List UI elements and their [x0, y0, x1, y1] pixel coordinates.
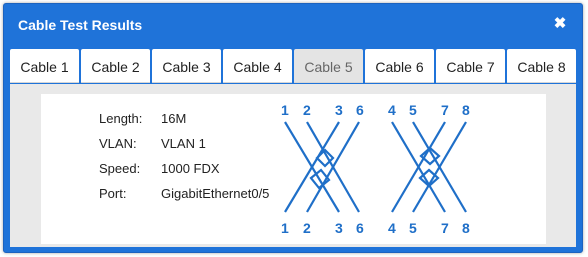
pin-bottom-2: 2 — [303, 220, 311, 236]
tab-cable-4[interactable]: Cable 4 — [223, 49, 292, 83]
pin-top-5: 5 — [409, 102, 417, 118]
pin-top-8: 8 — [462, 102, 470, 118]
cable-test-dialog: Cable Test Results ✖ Cable 1 Cable 2 Cab… — [3, 3, 583, 253]
pin-top-1: 1 — [281, 102, 289, 118]
pin-bottom-1: 1 — [281, 220, 289, 236]
pin-top-7: 7 — [441, 102, 449, 118]
wire-group-2 — [391, 121, 467, 213]
pin-bottom-3: 3 — [335, 220, 343, 236]
tab-cable-7[interactable]: Cable 7 — [436, 49, 505, 83]
pin-bottom-8: 8 — [462, 220, 470, 236]
pin-bottom-5: 5 — [409, 220, 417, 236]
tab-cable-2[interactable]: Cable 2 — [81, 49, 150, 83]
tab-cable-6[interactable]: Cable 6 — [365, 49, 434, 83]
tab-cable-1[interactable]: Cable 1 — [10, 49, 79, 83]
tab-cable-8[interactable]: Cable 8 — [507, 49, 576, 83]
pin-top-6: 6 — [356, 102, 364, 118]
pin-top-2: 2 — [303, 102, 311, 118]
pin-bottom-4: 4 — [388, 220, 396, 236]
pin-top-4: 4 — [388, 102, 396, 118]
pinout-diagram: 1 2 3 6 4 5 7 8 1 2 3 6 4 5 7 8 — [281, 102, 470, 236]
dialog-titlebar: Cable Test Results ✖ — [4, 4, 582, 46]
tab-cable-3[interactable]: Cable 3 — [152, 49, 221, 83]
close-icon[interactable]: ✖ — [550, 14, 570, 34]
wire-group-1 — [284, 121, 360, 213]
tab-cable-5[interactable]: Cable 5 — [294, 49, 363, 83]
pin-bottom-7: 7 — [441, 220, 449, 236]
cable-details-panel: Length: 16M VLAN: VLAN 1 Speed: 1000 FDX… — [41, 94, 546, 244]
dialog-title: Cable Test Results — [18, 17, 143, 33]
pin-bottom-6: 6 — [356, 220, 364, 236]
tab-content: Length: 16M VLAN: VLAN 1 Speed: 1000 FDX… — [10, 84, 576, 247]
pin-top-3: 3 — [335, 102, 343, 118]
cable-tabs: Cable 1 Cable 2 Cable 3 Cable 4 Cable 5 … — [10, 49, 576, 83]
